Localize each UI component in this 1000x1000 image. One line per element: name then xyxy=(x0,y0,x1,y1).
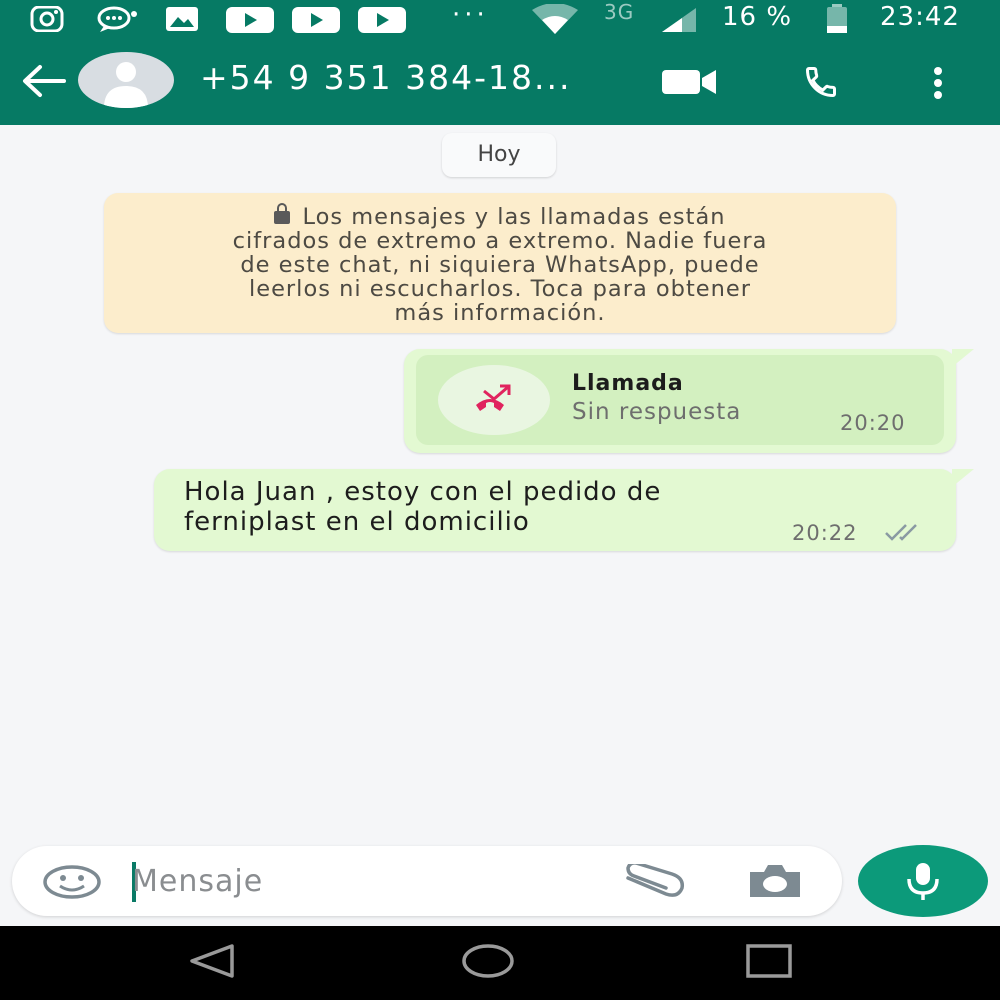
chat-notification-icon xyxy=(97,6,137,32)
recents-nav-icon[interactable] xyxy=(744,942,794,980)
notice-line: Los mensajes y las llamadas están xyxy=(104,203,896,229)
message-input[interactable] xyxy=(132,856,602,906)
message-line: Hola Juan , estoy con el pedido de xyxy=(184,477,662,507)
message-time: 20:22 xyxy=(792,521,858,545)
back-arrow-icon[interactable] xyxy=(20,64,68,98)
call-title: Llamada xyxy=(572,371,684,396)
clock: 23:42 xyxy=(880,2,960,32)
mic-button[interactable] xyxy=(858,845,988,917)
wifi-icon xyxy=(532,4,578,34)
bubble-tail xyxy=(952,349,974,367)
message-composer xyxy=(12,846,842,916)
instagram-icon xyxy=(30,6,64,32)
chat-area[interactable]: Hoy Los mensajes y las llamadas están ci… xyxy=(0,125,1000,925)
notice-line: de este chat, ni siquiera WhatsApp, pued… xyxy=(240,252,760,278)
lock-icon xyxy=(274,203,291,224)
contact-name[interactable]: +54 9 351 384-18... xyxy=(200,58,571,97)
message-time: 20:20 xyxy=(840,411,906,435)
avatar[interactable] xyxy=(78,52,174,108)
mic-icon xyxy=(907,863,939,900)
phone-icon[interactable] xyxy=(798,64,844,100)
network-type: 3G xyxy=(604,0,635,24)
battery-icon xyxy=(827,4,847,33)
missed-call-icon-container xyxy=(438,365,550,435)
youtube-icon xyxy=(226,7,274,33)
home-nav-icon[interactable] xyxy=(460,942,516,980)
encryption-notice[interactable]: Los mensajes y las llamadas están cifrad… xyxy=(104,193,896,333)
status-bar: ··· 3G 16 % 23:42 xyxy=(0,0,1000,38)
notice-line: leerlos ni escucharlos. Toca para obtene… xyxy=(249,276,751,302)
call-card[interactable]: Llamada Sin respuesta 20:20 xyxy=(416,355,944,445)
notice-line: más información. xyxy=(394,300,606,326)
date-label: Hoy xyxy=(442,133,556,177)
chat-header: +54 9 351 384-18... xyxy=(0,38,1000,125)
battery-percent: 16 % xyxy=(722,2,793,32)
camera-icon[interactable] xyxy=(746,862,804,900)
signal-icon xyxy=(662,8,696,32)
youtube-icon xyxy=(292,7,340,33)
emoji-icon[interactable] xyxy=(42,864,102,900)
youtube-icon xyxy=(358,7,406,33)
gallery-icon xyxy=(166,7,198,31)
message-text: Hola Juan , estoy con el pedido de ferni… xyxy=(184,477,661,537)
double-check-icon xyxy=(885,524,917,541)
call-message-bubble[interactable]: Llamada Sin respuesta 20:20 xyxy=(404,349,974,453)
notice-line: cifrados de extremo a extremo. Nadie fue… xyxy=(232,228,768,254)
message-line: ferniplast en el domicilio xyxy=(184,507,530,537)
text-message-bubble[interactable]: Hola Juan , estoy con el pedido de ferni… xyxy=(154,469,974,551)
attach-icon[interactable] xyxy=(622,864,686,898)
system-nav-bar xyxy=(0,926,1000,1000)
call-status: Sin respuesta xyxy=(572,399,742,425)
bubble-tail xyxy=(952,469,974,487)
more-dots-icon: ··· xyxy=(452,0,489,30)
more-vert-icon[interactable] xyxy=(928,66,948,100)
video-call-icon[interactable] xyxy=(660,68,718,96)
missed-call-icon xyxy=(476,384,511,411)
back-nav-icon[interactable] xyxy=(186,942,238,980)
